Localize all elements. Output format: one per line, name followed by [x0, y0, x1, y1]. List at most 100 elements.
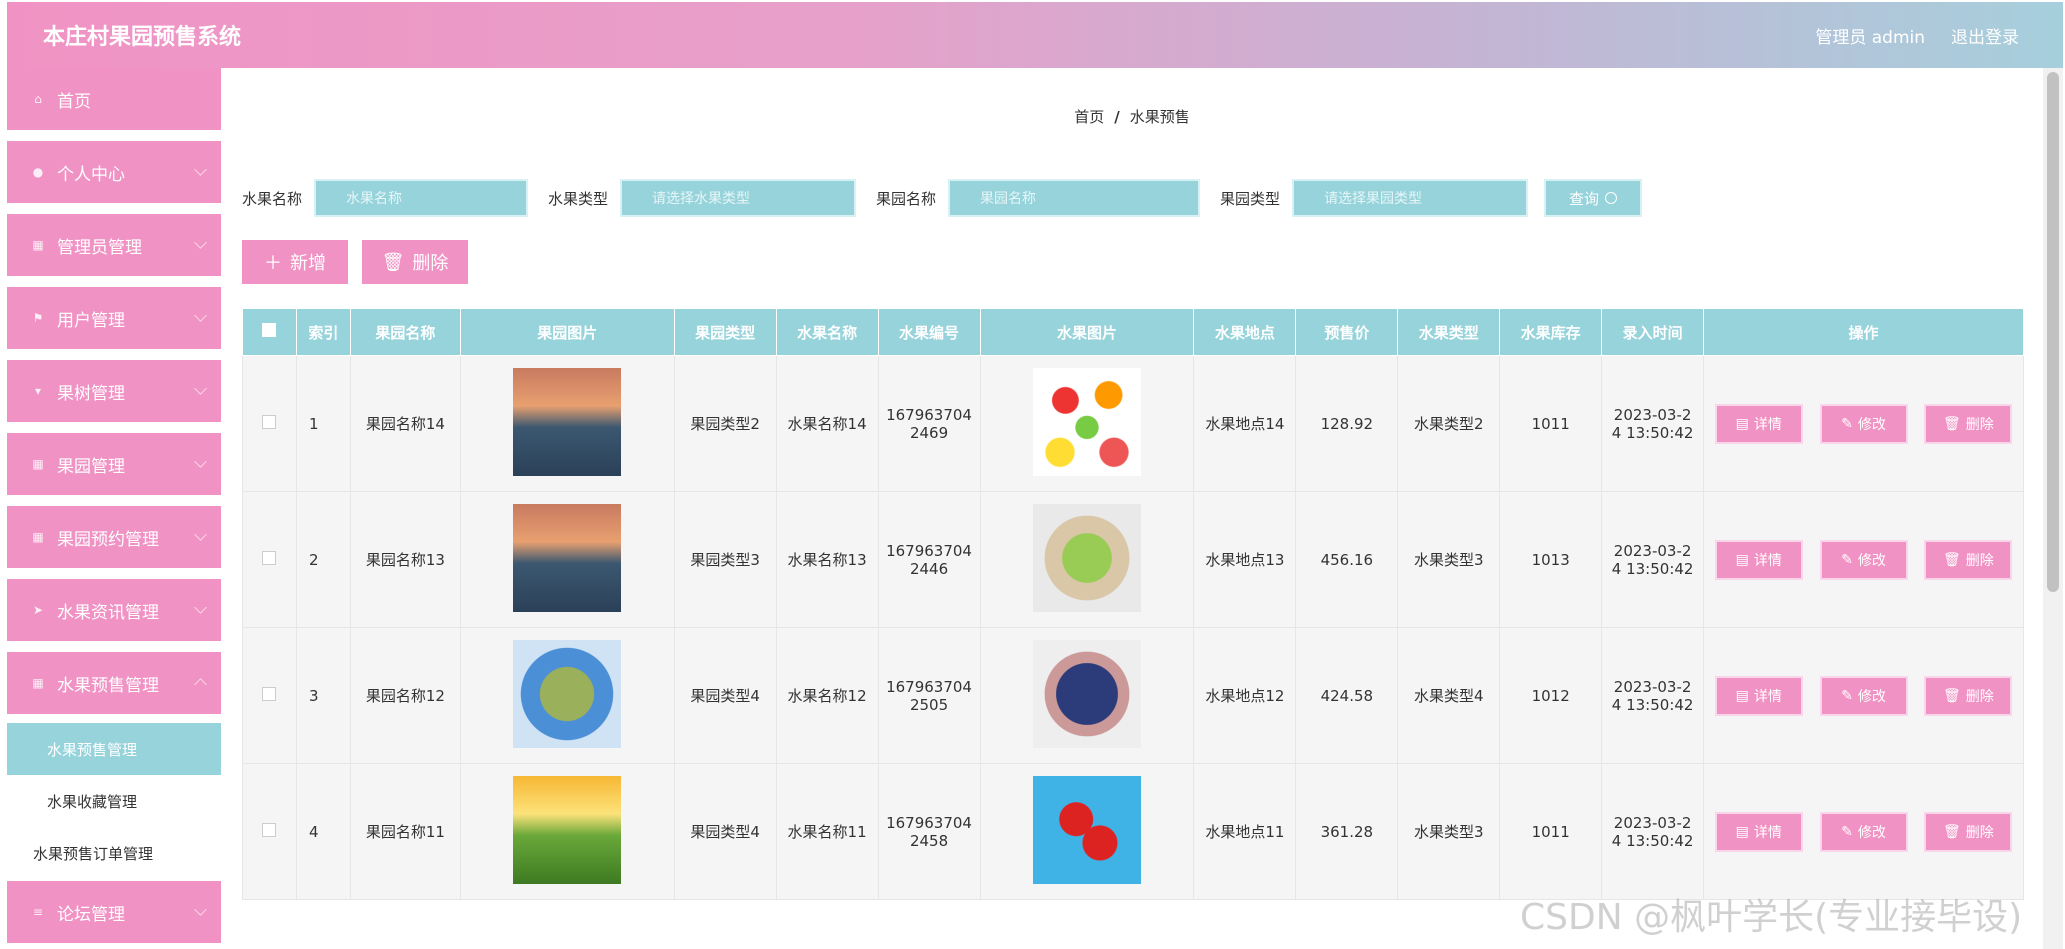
- orchard-image[interactable]: [513, 639, 622, 748]
- sidebar-item-orchard-reservation[interactable]: ▦ 果园预约管理: [7, 506, 221, 570]
- cell-fruit-image: [979, 627, 1195, 764]
- cell-fruit-stock: 1013: [1499, 491, 1603, 628]
- sidebar: ⌂ 首页 ● 个人中心 ▦ 管理员管理 ⚑ 用户管理 ▾ 果树管理 ▦ 果园管理…: [7, 68, 221, 949]
- edit-icon: ✎: [1841, 551, 1853, 568]
- header-cell: 果园类型: [673, 308, 777, 356]
- header-cell: 果园名称: [349, 308, 461, 356]
- fruit-type-select[interactable]: [620, 179, 857, 217]
- grid-icon: ▦: [32, 530, 44, 544]
- sidebar-item-fruit-tree-management[interactable]: ▾ 果树管理: [7, 360, 221, 424]
- orchard-image[interactable]: [513, 503, 622, 612]
- orchard-image[interactable]: [513, 367, 622, 476]
- delete-button[interactable]: 🗑 删除: [1924, 403, 2013, 444]
- sidebar-item-user-management[interactable]: ⚑ 用户管理: [7, 287, 221, 351]
- batch-delete-button[interactable]: 🗑 删除: [362, 240, 468, 284]
- cell-operations: ▤ 详情 ✎ 修改 🗑 删除: [1703, 763, 2024, 900]
- detail-label: 详情: [1753, 552, 1782, 569]
- sidebar-item-home[interactable]: ⌂ 首页: [7, 68, 221, 132]
- cell-orchard-image: [459, 763, 675, 900]
- edit-button[interactable]: ✎ 修改: [1819, 539, 1908, 580]
- cell-orchard-name: 果园名称13: [349, 491, 461, 628]
- delete-label: 删除: [1965, 552, 1994, 569]
- logout-button[interactable]: 退出登录: [1951, 23, 2019, 48]
- time-line: 4 13:50:42: [1611, 423, 1694, 442]
- query-button[interactable]: 查询: [1544, 179, 1643, 217]
- orchard-image[interactable]: [513, 775, 622, 884]
- delete-label: 删除: [1965, 688, 1994, 705]
- watermark: CSDN @枫叶学长(专业接毕设): [1520, 897, 2023, 938]
- cell-presale-price: 361.28: [1295, 763, 1399, 900]
- delete-button[interactable]: 🗑 删除: [1924, 811, 2013, 852]
- cell-fruit-location: 水果地点13: [1193, 491, 1297, 628]
- breadcrumb-separator: /: [1114, 108, 1120, 126]
- row-select[interactable]: [242, 491, 297, 628]
- chevron-down-icon: [194, 382, 207, 395]
- fruit-image[interactable]: [1032, 639, 1141, 748]
- fruit-type-wrap: [620, 179, 857, 217]
- detail-button[interactable]: ▤ 详情: [1714, 675, 1803, 716]
- detail-button[interactable]: ▤ 详情: [1714, 539, 1803, 580]
- chevron-down-icon: [194, 163, 207, 176]
- edit-button[interactable]: ✎ 修改: [1819, 403, 1908, 444]
- detail-button[interactable]: ▤ 详情: [1714, 811, 1803, 852]
- cell-fruit-name: 水果名称13: [775, 491, 879, 628]
- vertical-scrollbar[interactable]: [2043, 68, 2063, 949]
- sidebar-item-personal-center[interactable]: ● 个人中心: [7, 141, 221, 205]
- row-checkbox[interactable]: [262, 822, 277, 837]
- sidebar-item-orchard-management[interactable]: ▦ 果园管理: [7, 433, 221, 497]
- delete-button[interactable]: 🗑 删除: [1924, 675, 2013, 716]
- fruit-image[interactable]: [1032, 503, 1141, 612]
- trash-icon: 🗑: [1942, 687, 1961, 704]
- cell-fruit-image: [979, 763, 1195, 900]
- orchard-name-input[interactable]: [948, 179, 1201, 217]
- sidebar-item-label: 水果预售管理: [47, 740, 138, 759]
- fruit-name-input[interactable]: [314, 179, 529, 217]
- header-select-all[interactable]: [242, 308, 297, 356]
- sidebar-subitem-fruit-presale[interactable]: 水果预售管理: [7, 723, 221, 775]
- orchard-name-wrap: [948, 179, 1201, 217]
- fruit-image[interactable]: [1032, 775, 1141, 884]
- delete-button[interactable]: 🗑 删除: [1924, 539, 2013, 580]
- user-icon: ●: [32, 165, 44, 179]
- cell-fruit-code: 167963704 2505: [877, 627, 981, 764]
- sidebar-item-fruit-news[interactable]: ➤ 水果资讯管理: [7, 579, 221, 643]
- fruit-code-line: 167963704: [886, 541, 972, 560]
- edit-icon: ✎: [1841, 823, 1853, 840]
- header-cell: 水果库存: [1499, 308, 1603, 356]
- edit-button[interactable]: ✎ 修改: [1819, 811, 1908, 852]
- row-checkbox[interactable]: [262, 414, 277, 429]
- row-checkbox[interactable]: [262, 686, 277, 701]
- row-checkbox[interactable]: [262, 550, 277, 565]
- sidebar-item-forum-management[interactable]: ≡ 论坛管理: [7, 881, 221, 945]
- scrollbar-thumb[interactable]: [2047, 72, 2059, 592]
- orchard-type-select[interactable]: [1292, 179, 1529, 217]
- row-select[interactable]: [242, 763, 297, 900]
- add-button[interactable]: ＋ 新增: [242, 240, 348, 284]
- sidebar-item-label: 用户管理: [57, 310, 125, 331]
- sidebar-item-fruit-presale[interactable]: ▦ 水果预售管理: [7, 652, 221, 716]
- edit-button[interactable]: ✎ 修改: [1819, 675, 1908, 716]
- row-select[interactable]: [242, 627, 297, 764]
- table-header-row: 索引 果园名称 果园图片 果园类型 水果名称 水果编号 水果图片 水果地点 预售…: [242, 308, 2024, 356]
- sidebar-item-fruit-presale-orders[interactable]: 水果预售订单管理: [7, 827, 221, 879]
- search-bar: 水果名称 水果类型 果园名称 果园类型 查询: [242, 178, 1643, 218]
- time-line: 4 13:50:42: [1611, 831, 1694, 850]
- cell-fruit-type: 水果类型4: [1397, 627, 1501, 764]
- sidebar-item-label: 水果资讯管理: [57, 602, 159, 623]
- time-line: 2023-03-2: [1613, 813, 1692, 832]
- cell-operations: ▤ 详情 ✎ 修改 🗑 删除: [1703, 491, 2024, 628]
- breadcrumb-home[interactable]: 首页: [1074, 108, 1104, 126]
- cell-orchard-image: [459, 491, 675, 628]
- admin-user-label[interactable]: 管理员 admin: [1815, 23, 1925, 48]
- select-all-checkbox[interactable]: [262, 323, 277, 337]
- detail-button[interactable]: ▤ 详情: [1714, 403, 1803, 444]
- sidebar-item-admin-management[interactable]: ▦ 管理员管理: [7, 214, 221, 278]
- sidebar-subitem-fruit-favorites[interactable]: 水果收藏管理: [7, 775, 221, 827]
- delete-button-label: 删除: [412, 253, 449, 274]
- fruit-code-line: 167963704: [886, 677, 972, 696]
- edit-label: 修改: [1857, 416, 1886, 433]
- detail-label: 详情: [1753, 824, 1782, 841]
- fruit-image[interactable]: [1032, 367, 1141, 476]
- orchard-type-label: 果园类型: [1220, 189, 1281, 208]
- row-select[interactable]: [242, 355, 297, 492]
